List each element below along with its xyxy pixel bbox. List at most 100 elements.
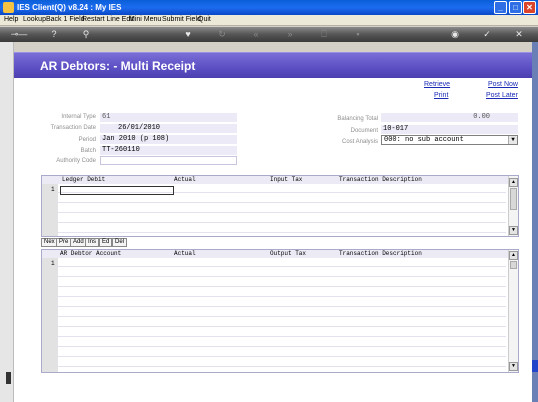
transaction-date-label: Transaction Date — [50, 125, 96, 131]
grid-header: AR Debtor Account Actual Output Tax Tran… — [42, 250, 518, 258]
table-row[interactable] — [58, 278, 506, 287]
minimize-icon: _ — [498, 3, 503, 12]
table-row[interactable] — [58, 318, 506, 327]
table-row[interactable] — [58, 268, 506, 277]
minimize-button[interactable]: _ — [494, 1, 507, 14]
internal-type-label: Internal Type — [61, 114, 96, 120]
row-number: 1 — [51, 260, 55, 267]
table-row[interactable] — [58, 308, 506, 317]
chevron-down-icon[interactable]: ▼ — [508, 136, 517, 144]
document-label: Document — [350, 128, 378, 134]
post-later-link[interactable]: Post Later — [486, 92, 518, 99]
scrollbar[interactable]: ▲ ▼ — [508, 176, 518, 236]
menu-item-restart-line-edit[interactable]: Restart Line Edit — [82, 16, 134, 23]
column-header: Transaction Description — [339, 250, 422, 257]
menu-item-back-1-field[interactable]: Back 1 Field — [46, 16, 85, 23]
check-icon[interactable]: ✓ — [481, 29, 493, 40]
cost-analysis-value: 000: no sub account — [384, 136, 464, 144]
document-icon[interactable]: ⎕ — [318, 29, 330, 40]
grid-header: Ledger Debit Actual Input Tax Transactio… — [42, 176, 518, 184]
table-row[interactable] — [58, 224, 506, 233]
left-strip — [0, 42, 14, 402]
insert-button[interactable]: Ins — [85, 238, 100, 247]
menu-item-lookup[interactable]: Lookup — [23, 16, 46, 23]
column-header: Actual — [174, 176, 196, 183]
heart-icon[interactable]: ♥ — [182, 29, 194, 40]
table-row[interactable] — [58, 204, 506, 213]
close-button[interactable]: ✕ — [523, 1, 536, 14]
balancing-total-label: Balancing Total — [337, 116, 378, 122]
maximize-button[interactable]: □ — [509, 1, 522, 14]
scroll-up-icon[interactable]: ▲ — [509, 251, 518, 260]
authority-code-label: Authority Code — [56, 158, 96, 164]
column-header: Ledger Debit — [62, 176, 106, 183]
document-field[interactable]: 10-017 — [381, 125, 518, 134]
table-row[interactable] — [58, 328, 506, 337]
authority-code-field[interactable] — [100, 156, 237, 165]
balancing-total-field: 0.00 — [381, 113, 518, 122]
close-icon: ✕ — [526, 3, 533, 12]
globe-icon[interactable]: ◉ — [449, 29, 461, 40]
table-row[interactable] — [58, 288, 506, 297]
table-row[interactable] — [58, 338, 506, 347]
refresh-icon[interactable]: ↻ — [216, 29, 228, 40]
form-header: AR Debtors: - Multi Receipt — [14, 52, 532, 78]
menu-bar: Help Lookup Back 1 Field Restart Line Ed… — [0, 15, 538, 26]
ledger-debit-grid: Ledger Debit Actual Input Tax Transactio… — [41, 175, 519, 237]
table-row[interactable] — [58, 348, 506, 357]
search-icon[interactable]: ⚲ — [80, 29, 92, 40]
post-now-link[interactable]: Post Now — [488, 81, 518, 88]
column-header: Transaction Description — [339, 176, 422, 183]
scroll-thumb[interactable] — [510, 261, 517, 269]
scroll-thumb[interactable] — [510, 188, 517, 210]
menu-item-mini-menu[interactable]: Mini Menu — [129, 16, 161, 23]
tray-icon[interactable] — [6, 372, 11, 384]
menu-item-help[interactable]: Help — [4, 16, 18, 23]
column-header: AR Debtor Account — [60, 250, 122, 257]
scroll-up-icon[interactable]: ▲ — [509, 178, 518, 187]
menu-item-submit-field[interactable]: Submit Field — [162, 16, 201, 23]
right-edge — [532, 42, 538, 402]
window-title: IES Client(Q) v8.24 : My IES — [17, 3, 122, 12]
edit-button[interactable]: Ed — [99, 238, 113, 247]
column-header: Actual — [174, 250, 196, 257]
delete-button[interactable]: Del — [112, 238, 128, 247]
internal-type-field: 61 — [100, 113, 237, 122]
retrieve-link[interactable]: Retrieve — [424, 81, 450, 88]
transaction-date-field[interactable]: 26/01/2010 — [100, 124, 237, 133]
forward-icon[interactable]: » — [284, 29, 296, 40]
save-icon[interactable]: ▪ — [352, 29, 364, 40]
scroll-down-icon[interactable]: ▼ — [509, 362, 518, 371]
print-link[interactable]: Print — [434, 92, 448, 99]
ar-debtor-grid: AR Debtor Account Actual Output Tax Tran… — [41, 249, 519, 373]
column-header: Input Tax — [270, 176, 303, 183]
app-icon — [3, 2, 14, 13]
row-header-column — [42, 258, 58, 372]
scroll-down-icon[interactable]: ▼ — [509, 226, 518, 235]
rewind-icon[interactable]: « — [250, 29, 262, 40]
key-icon[interactable]: ⊸— — [8, 29, 30, 40]
page-title: AR Debtors: - Multi Receipt — [40, 59, 196, 73]
table-row[interactable] — [58, 358, 506, 367]
cost-analysis-select[interactable]: 000: no sub account ▼ — [381, 135, 518, 145]
column-header: Output Tax — [270, 250, 307, 257]
title-bar: IES Client(Q) v8.24 : My IES _ □ ✕ — [0, 0, 538, 15]
batch-label: Batch — [80, 148, 96, 154]
maximize-icon: □ — [513, 3, 518, 12]
menu-item-quit[interactable]: Quit — [198, 16, 211, 23]
period-label: Period — [78, 137, 96, 143]
table-row[interactable] — [58, 298, 506, 307]
active-cell[interactable] — [60, 186, 174, 195]
help-icon[interactable]: ? — [48, 29, 60, 40]
row-number: 1 — [51, 186, 55, 193]
toolbar: ⊸— ? ⚲ ♥ ↻ « » ⎕ ▪ ◉ ✓ ✕ — [0, 27, 538, 42]
batch-field[interactable]: TT-260110 — [100, 146, 237, 155]
table-row[interactable] — [58, 258, 506, 267]
table-row[interactable] — [58, 214, 506, 223]
table-row[interactable] — [58, 194, 506, 203]
period-field[interactable]: Jan 2010 (p 108) — [100, 135, 237, 144]
scrollbar[interactable]: ▲ ▼ — [508, 250, 518, 372]
cost-analysis-label: Cost Analysis — [341, 139, 378, 145]
cancel-icon[interactable]: ✕ — [513, 29, 525, 40]
row-header-column — [42, 184, 58, 236]
